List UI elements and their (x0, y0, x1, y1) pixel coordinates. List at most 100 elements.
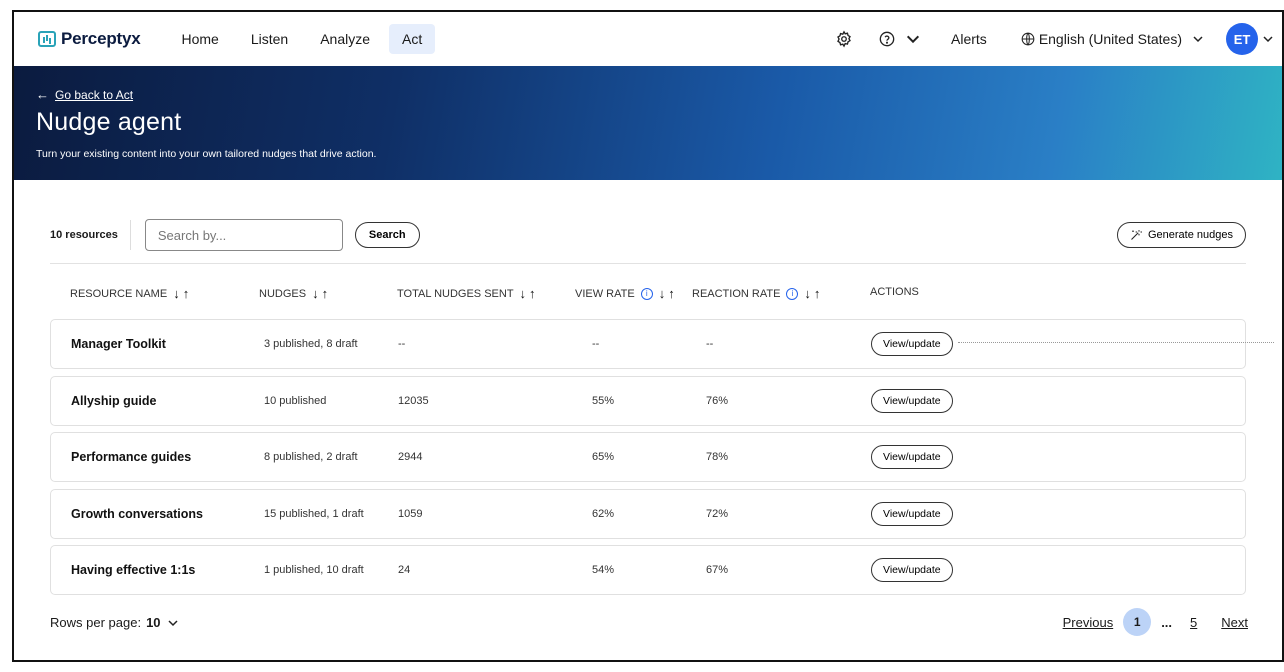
brand-logo[interactable]: Perceptyx (38, 29, 141, 49)
header-total-nudges-sent[interactable]: TOTAL NUDGES SENT ↓↑ (397, 286, 539, 301)
reaction-rate: 76% (706, 395, 729, 407)
nudges-count: 15 published, 1 draft (264, 508, 364, 520)
help-menu[interactable] (879, 31, 921, 47)
total-sent: 24 (398, 564, 411, 576)
user-menu[interactable]: ET (1226, 23, 1274, 55)
nudges-count: 3 published, 8 draft (264, 338, 358, 350)
rows-per-page-label: Rows per page: (50, 615, 142, 630)
page-link-last[interactable]: 5 (1190, 615, 1197, 630)
view-update-button[interactable]: View/update (871, 389, 953, 413)
header-label: ACTIONS (870, 286, 919, 298)
back-link[interactable]: ← Go back to Act (36, 87, 133, 102)
sort-arrows-icon[interactable]: ↓↑ (520, 286, 539, 301)
chevron-down-icon (1263, 36, 1273, 43)
nav-item-act[interactable]: Act (389, 24, 436, 54)
table-row: Allyship guide 10 published 12035 55% 76… (50, 376, 1246, 426)
alerts-link[interactable]: Alerts (951, 31, 987, 47)
total-sent: 1059 (398, 508, 423, 520)
header-label: TOTAL NUDGES SENT (397, 287, 514, 300)
app-window: Perceptyx Home Listen Analyze Act Alerts (12, 10, 1284, 662)
divider (50, 263, 1246, 264)
sort-arrows-icon[interactable]: ↓↑ (173, 286, 192, 301)
nav-menu: Home Listen Analyze Act (168, 24, 441, 54)
back-link-label: Go back to Act (55, 87, 134, 102)
gear-icon[interactable] (835, 30, 853, 48)
previous-page-link[interactable]: Previous (1063, 615, 1114, 630)
header-label: REACTION RATE (692, 287, 781, 300)
header-nudges[interactable]: NUDGES ↓↑ (259, 286, 331, 301)
total-sent: 12035 (398, 395, 429, 407)
sort-arrows-icon[interactable]: ↓↑ (312, 286, 331, 301)
pagination-ellipsis: ... (1161, 614, 1173, 630)
info-icon[interactable]: i (786, 287, 799, 300)
resource-name[interactable]: Allyship guide (71, 377, 156, 425)
next-page-link[interactable]: Next (1221, 615, 1248, 630)
logo-icon (38, 31, 56, 47)
magic-wand-icon (1131, 230, 1142, 240)
language-label: English (United States) (1038, 31, 1182, 47)
view-update-button[interactable]: View/update (871, 445, 953, 469)
header-actions: ACTIONS (870, 286, 919, 298)
view-rate: 54% (592, 564, 615, 576)
view-rate: 62% (592, 508, 615, 520)
pagination: Previous 1 ... 5 Next (1063, 608, 1248, 636)
view-update-button[interactable]: View/update (871, 332, 953, 356)
nav-item-home[interactable]: Home (168, 24, 231, 54)
info-icon[interactable]: i (640, 287, 653, 300)
globe-icon (1021, 32, 1035, 46)
table-row: Growth conversations 15 published, 1 dra… (50, 489, 1246, 539)
header-reaction-rate[interactable]: REACTION RATE i ↓↑ (692, 286, 823, 301)
resource-name[interactable]: Having effective 1:1s (71, 546, 195, 594)
nav-right-controls: Alerts English (United States) ET (835, 23, 1278, 55)
help-icon (879, 31, 895, 47)
nav-item-analyze[interactable]: Analyze (307, 24, 383, 54)
header-label: RESOURCE NAME (70, 287, 168, 300)
page-title: Nudge agent (36, 108, 182, 136)
resource-count: 10 resources (50, 220, 131, 250)
table-row: Performance guides 8 published, 2 draft … (50, 432, 1246, 482)
header-label: VIEW RATE (575, 287, 635, 300)
top-nav: Perceptyx Home Listen Analyze Act Alerts (14, 12, 1282, 66)
header-label: NUDGES (259, 287, 307, 300)
rows-per-page-selector[interactable]: Rows per page: 10 (50, 615, 179, 630)
header-view-rate[interactable]: VIEW RATE i ↓↑ (575, 286, 689, 301)
reaction-rate: 78% (706, 451, 729, 463)
page-button-current[interactable]: 1 (1123, 608, 1152, 636)
view-rate: 65% (592, 451, 615, 463)
chevron-down-icon (168, 619, 178, 626)
view-rate: 55% (592, 395, 615, 407)
table-toolbar: 10 resources Search Generate nudges (50, 218, 1246, 252)
language-selector[interactable]: English (United States) (1021, 31, 1204, 47)
reaction-rate: 67% (706, 564, 729, 576)
chevron-down-icon (906, 35, 920, 44)
nudges-count: 1 published, 10 draft (264, 564, 364, 576)
table-row: Having effective 1:1s 1 published, 10 dr… (50, 545, 1246, 595)
view-rate: -- (592, 338, 600, 350)
view-update-button[interactable]: View/update (871, 502, 953, 526)
header-resource-name[interactable]: RESOURCE NAME ↓↑ (70, 286, 192, 301)
reaction-rate: 72% (706, 508, 729, 520)
rows-per-page-value: 10 (146, 615, 161, 630)
table-row: Manager Toolkit 3 published, 8 draft -- … (50, 319, 1246, 369)
generate-nudges-button[interactable]: Generate nudges (1116, 222, 1246, 248)
nudges-count: 10 published (264, 395, 327, 407)
resource-name[interactable]: Performance guides (71, 433, 191, 481)
generate-nudges-label: Generate nudges (1147, 229, 1233, 241)
view-update-button[interactable]: View/update (871, 558, 953, 582)
search-button[interactable]: Search (354, 222, 420, 248)
nav-item-listen[interactable]: Listen (238, 24, 301, 54)
sort-arrows-icon[interactable]: ↓↑ (659, 286, 678, 301)
page-subtitle: Turn your existing content into your own… (36, 148, 377, 160)
sort-arrows-icon[interactable]: ↓↑ (804, 286, 823, 301)
hero-banner: ← Go back to Act Nudge agent Turn your e… (14, 66, 1282, 180)
brand-name: Perceptyx (61, 29, 141, 48)
total-sent: 2944 (398, 451, 423, 463)
resource-name[interactable]: Growth conversations (71, 490, 203, 538)
search-input[interactable] (144, 219, 343, 251)
resource-name[interactable]: Manager Toolkit (71, 320, 166, 368)
arrow-left-icon: ← (36, 87, 49, 102)
nudges-count: 8 published, 2 draft (264, 451, 358, 463)
chevron-down-icon (1193, 36, 1203, 43)
dotted-connector (958, 342, 1274, 343)
reaction-rate: -- (706, 338, 714, 350)
